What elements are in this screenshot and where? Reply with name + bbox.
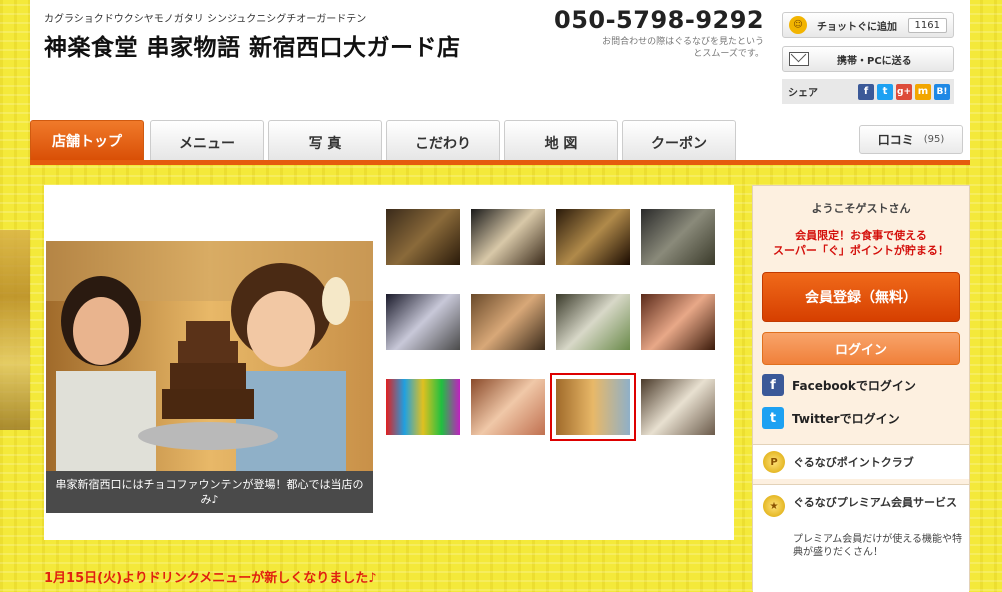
drink-menu-notice: 1月15日(火)よりドリンクメニューが新しくなりました♪ [44, 571, 377, 586]
background-decoration [0, 230, 30, 430]
page: カグラショクドウクシヤモノガタリ シンジュクニシグチオーガードテン 神楽食堂 串… [30, 0, 970, 592]
login-button[interactable]: ログイン [762, 332, 960, 365]
facebook-login-label: Facebookでログイン [792, 378, 916, 393]
nav-underline [30, 160, 970, 165]
add-favorite-label: チョットぐに追加 [817, 21, 897, 33]
tab-top[interactable]: 店舗トップ [30, 120, 144, 160]
share-bar: シェア f t g+ m B! [782, 79, 954, 104]
premium-medal-icon: ★ [763, 495, 785, 517]
register-button[interactable]: 会員登録（無料） [762, 272, 960, 322]
premium-member-link[interactable]: ★ ぐるなびプレミアム会員サービス プレミアム会員だけが使える機能や特典が盛りだ… [753, 484, 969, 592]
thumbnail[interactable] [556, 294, 630, 350]
mixi-share-icon[interactable]: m [915, 83, 931, 100]
googleplus-share-icon[interactable]: g+ [896, 83, 912, 100]
send-to-mobile-button[interactable]: 携帯・PCに送る [782, 46, 954, 72]
facebook-share-icon[interactable]: f [858, 83, 874, 100]
reviews-label: 口コミ [877, 133, 914, 147]
tab-coupon[interactable]: クーポン [622, 120, 736, 160]
thumbnail[interactable] [556, 209, 630, 265]
thumbnail[interactable] [386, 379, 460, 435]
shop-name[interactable]: 神楽食堂 串家物語 新宿西口大ガード店 [44, 28, 461, 62]
thumbnail[interactable] [641, 294, 715, 350]
mail-icon [789, 52, 809, 66]
thumbnail-selected[interactable] [550, 373, 636, 441]
header: カグラショクドウクシヤモノガタリ シンジュクニシグチオーガードテン 神楽食堂 串… [30, 0, 970, 165]
welcome-text: ようこそゲストさん [811, 202, 911, 215]
hatena-bookmark-icon[interactable]: B! [934, 83, 950, 100]
reviews-button[interactable]: 口コミ (95) [859, 125, 963, 154]
tab-menu[interactable]: メニュー [150, 120, 264, 160]
point-club-icon: P [763, 451, 785, 473]
thumbnail[interactable] [471, 209, 545, 265]
phone-number: 050-5798-9292 [554, 6, 765, 34]
tab-map[interactable]: 地 図 [504, 120, 618, 160]
reviews-count: (95) [923, 134, 945, 145]
photo-gallery: 串家新宿西口にはチョコファウンテンが登場！都心では当店のみ♪ [44, 185, 734, 540]
thumbnail[interactable] [641, 379, 715, 435]
tab-photos[interactable]: 写 真 [268, 120, 382, 160]
twitter-icon: t [762, 407, 784, 429]
add-favorite-button[interactable]: ☺ チョットぐに追加 1161 [782, 12, 954, 38]
shop-name-kana: カグラショクドウクシヤモノガタリ シンジュクニシグチオーガードテン [44, 14, 367, 25]
facebook-login-link[interactable]: f Facebookでログイン [762, 373, 916, 397]
send-to-mobile-label: 携帯・PCに送る [837, 55, 912, 67]
photo-caption: 串家新宿西口にはチョコファウンテンが登場！都心では当店のみ♪ [46, 471, 373, 513]
member-sidebar: ようこそゲストさん 会員限定！お食事で使える スーパー「ぐ」ポイントが貯まる！ … [752, 185, 970, 592]
premium-description: プレミアム会員だけが使える機能や特典が盛りだくさん！ [793, 534, 962, 558]
favorite-count: 1161 [907, 17, 947, 33]
share-label: シェア [788, 88, 818, 99]
point-club-label: ぐるなびポイントクラブ [793, 456, 914, 469]
facebook-icon: f [762, 374, 784, 396]
member-promo: 会員限定！お食事で使える スーパー「ぐ」ポイントが貯まる！ [753, 228, 969, 258]
promo-line-1: 会員限定！お食事で使える [795, 229, 927, 242]
thumbnail[interactable] [386, 294, 460, 350]
favorite-icon: ☺ [789, 16, 807, 34]
thumbnail-grid [386, 209, 726, 449]
thumbnail[interactable] [471, 294, 545, 350]
main-photo [46, 241, 373, 471]
main-nav: 店舗トップ メニュー 写 真 こだわり 地 図 クーポン 口コミ (95) [30, 120, 970, 165]
twitter-login-label: Twitterでログイン [792, 411, 900, 426]
twitter-login-link[interactable]: t Twitterでログイン [762, 406, 900, 430]
thumbnail[interactable] [471, 379, 545, 435]
promo-line-2: スーパー「ぐ」ポイントが貯まる！ [773, 244, 949, 257]
twitter-share-icon[interactable]: t [877, 83, 893, 100]
thumbnail[interactable] [641, 209, 715, 265]
tab-kodawari[interactable]: こだわり [386, 120, 500, 160]
point-club-link[interactable]: P ぐるなびポイントクラブ [753, 444, 969, 479]
phone-note: お問合わせの際はぐるなびを見たというとスムーズです。 [602, 37, 764, 59]
thumbnail[interactable] [386, 209, 460, 265]
premium-title: ぐるなびプレミアム会員サービス [793, 496, 958, 509]
